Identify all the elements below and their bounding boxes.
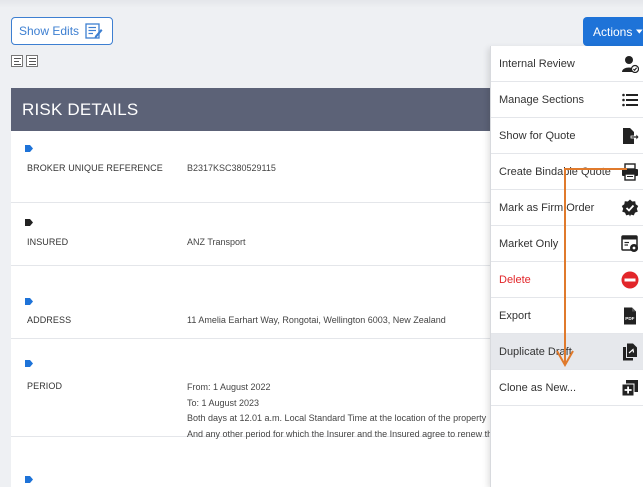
show-edits-label: Show Edits <box>19 24 80 38</box>
row-label: PERIOD <box>27 381 63 391</box>
menu-item-label: Duplicate Draft <box>499 346 572 358</box>
caret-down-icon <box>636 29 643 34</box>
row-value: ANZ Transport <box>187 237 246 247</box>
minus-circle-icon <box>621 271 639 289</box>
tag-icon <box>25 476 33 483</box>
text-align-buttons <box>11 55 38 67</box>
tag-icon <box>25 145 33 152</box>
menu-item-clone-as-new[interactable]: Clone as New... <box>491 370 643 406</box>
menu-item-delete[interactable]: Delete <box>491 262 643 298</box>
period-to: To: 1 August 2023 <box>187 398 260 408</box>
menu-item-label: Internal Review <box>499 58 575 70</box>
menu-item-label: Create Bindable Quote <box>499 166 611 178</box>
clone-plus-icon <box>621 380 638 397</box>
menu-item-label: Manage Sections <box>499 94 584 106</box>
pdf-icon: PDF <box>624 307 636 325</box>
menu-item-label: Delete <box>499 274 531 286</box>
actions-label: Actions <box>593 24 633 39</box>
person-check-icon <box>622 56 639 73</box>
svg-text:PDF: PDF <box>625 316 634 321</box>
menu-item-manage-sections[interactable]: Manage Sections <box>491 82 643 118</box>
period-from: From: 1 August 2022 <box>187 382 271 392</box>
row-label: BROKER UNIQUE REFERENCE <box>27 163 163 173</box>
tag-icon <box>25 298 33 305</box>
menu-item-label: Mark as Firm Order <box>499 202 595 214</box>
risk-details-title: RISK DETAILS <box>22 100 139 119</box>
menu-item-label: Export <box>499 310 531 322</box>
period-time-note: Both days at 12.01 a.m. Local Standard T… <box>187 413 487 423</box>
actions-menu: Internal Review Manage Sections Show for… <box>490 46 643 487</box>
menu-item-label: Clone as New... <box>499 382 577 394</box>
menu-item-export[interactable]: Export PDF <box>491 298 643 334</box>
row-value: B2317KSC380529115 <box>187 163 276 173</box>
tag-icon <box>25 219 33 226</box>
menu-item-internal-review[interactable]: Internal Review <box>491 46 643 82</box>
top-strip <box>0 0 643 8</box>
tag-icon <box>25 360 33 367</box>
menu-item-market-only[interactable]: Market Only <box>491 226 643 262</box>
menu-item-duplicate-draft[interactable]: Duplicate Draft <box>491 334 643 370</box>
list-icon <box>622 93 638 107</box>
show-edits-button[interactable]: Show Edits <box>11 17 113 45</box>
align-left-icon[interactable] <box>11 55 23 67</box>
menu-item-show-for-quote[interactable]: Show for Quote <box>491 118 643 154</box>
file-export-icon <box>623 128 639 144</box>
printer-icon <box>622 163 638 181</box>
duplicate-file-icon <box>623 343 637 361</box>
menu-item-create-bindable-quote[interactable]: Create Bindable Quote <box>491 154 643 190</box>
row-value: 11 Amelia Earhart Way, Rongotai, Welling… <box>187 315 446 325</box>
menu-item-label: Show for Quote <box>499 130 576 142</box>
row-label: INSURED <box>27 237 69 247</box>
menu-item-label: Market Only <box>499 238 559 250</box>
row-label: ADDRESS <box>27 315 72 325</box>
window-eye-icon <box>621 235 638 252</box>
badge-check-icon <box>621 199 639 217</box>
align-justify-icon[interactable] <box>26 55 38 67</box>
period-renewal-note: And any other period for which the Insur… <box>187 429 526 439</box>
actions-button[interactable]: Actions <box>583 17 643 46</box>
edit-document-icon <box>85 23 103 39</box>
menu-item-mark-as-firm-order[interactable]: Mark as Firm Order <box>491 190 643 226</box>
